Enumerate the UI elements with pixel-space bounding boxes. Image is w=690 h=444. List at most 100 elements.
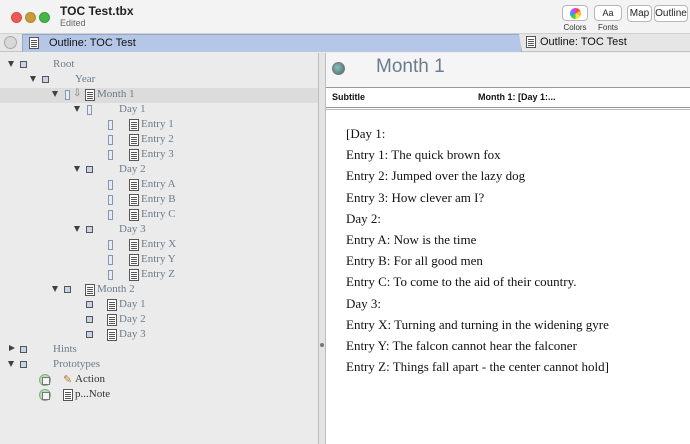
badge-bar-icon (108, 180, 113, 190)
tab-label: Outline: TOC Test (540, 36, 627, 48)
text-line: Entry B: For all good men (346, 253, 483, 269)
badge-bar-icon (108, 210, 113, 220)
zoom-window-button[interactable] (39, 12, 50, 23)
fonts-button[interactable]: Aa (594, 5, 622, 21)
text-line: Entry A: Now is the time (346, 231, 477, 247)
colors-button[interactable] (562, 5, 588, 21)
disclosure-triangle-icon[interactable] (74, 166, 80, 172)
badge-bar-icon (108, 270, 113, 280)
note-icon (107, 314, 117, 326)
outline-item-label: Action (75, 373, 105, 385)
disclosure-triangle-icon[interactable] (30, 76, 36, 82)
map-view-button[interactable]: Map (627, 5, 652, 22)
outline-row[interactable]: Day 3 (0, 223, 318, 238)
outline-row[interactable]: Hints (0, 343, 318, 358)
outline-row[interactable]: Prototypes (0, 358, 318, 373)
split-view-divider[interactable] (318, 53, 326, 444)
close-window-button[interactable] (11, 12, 22, 23)
outline-row[interactable]: Entry Y (0, 253, 318, 268)
note-icon (129, 254, 139, 266)
outline-item-label: Hints (53, 343, 77, 355)
text-line: Entry 2: Jumped over the lazy dog (346, 168, 526, 184)
outline-row[interactable]: Root (0, 58, 318, 73)
outline-row[interactable]: Day 1 (0, 103, 318, 118)
outline-row[interactable]: Entry 3 (0, 148, 318, 163)
outline-item-label: Entry B (141, 193, 176, 205)
down-arrow-icon: ⇩ (73, 88, 82, 99)
container-icon (86, 226, 93, 233)
container-icon (42, 76, 49, 83)
outline-item-label: Entry Y (141, 253, 176, 265)
outline-row[interactable]: Month 2 (0, 283, 318, 298)
colors-label: Colors (563, 23, 587, 32)
outline-item-label: Prototypes (53, 358, 101, 370)
container-icon (86, 331, 93, 338)
note-icon (129, 134, 139, 146)
outline-row-selected[interactable]: ⇩ Month 1 (0, 88, 318, 103)
outline-row[interactable]: Year (0, 73, 318, 88)
badge-bar-icon (65, 90, 70, 100)
disclosure-triangle-icon[interactable] (8, 61, 14, 67)
outline-row[interactable]: p...Note (0, 388, 318, 403)
disclosure-triangle-icon[interactable] (74, 226, 80, 232)
color-wheel-icon (570, 8, 581, 19)
text-line: Entry 1: The quick brown fox (346, 147, 501, 163)
key-attributes-table: Subtitle Month 1: [Day 1:... (326, 87, 690, 108)
outline-item-label: Entry 2 (141, 133, 174, 145)
outline-row[interactable]: ✎ Action (0, 373, 318, 388)
note-icon (129, 209, 139, 221)
badge-bar-icon (108, 195, 113, 205)
outline-item-label: Entry A (141, 178, 176, 190)
outline-view[interactable]: Root Year ⇩ Month 1 Day 1 Entry 1 Entry … (0, 53, 318, 444)
outline-item-label: Day 3 (119, 223, 146, 235)
badge-bar-icon (108, 255, 113, 265)
outline-item-label: Day 2 (119, 163, 146, 175)
outline-row[interactable]: Day 2 (0, 163, 318, 178)
attribute-separator (326, 108, 690, 110)
text-line: Day 3: (346, 295, 382, 311)
disclosure-triangle-icon[interactable] (74, 106, 80, 112)
outline-row[interactable]: Entry Z (0, 268, 318, 283)
outline-row[interactable]: Entry 2 (0, 133, 318, 148)
disclosure-triangle-icon[interactable] (8, 361, 14, 367)
note-icon (85, 284, 95, 296)
outline-row[interactable]: Entry B (0, 193, 318, 208)
note-icon (107, 299, 117, 311)
note-icon (129, 119, 139, 131)
badge-bar-icon (108, 120, 113, 130)
text-line: Entry C: To come to the aid of their cou… (346, 274, 577, 290)
note-icon (129, 149, 139, 161)
outline-item-label: Month 2 (97, 283, 135, 295)
container-icon (86, 301, 93, 308)
disclosure-triangle-icon[interactable] (52, 286, 58, 292)
outline-row[interactable]: Day 1 (0, 298, 318, 313)
outline-row[interactable]: Entry A (0, 178, 318, 193)
outline-item-label: Year (75, 73, 96, 85)
note-text-editor[interactable]: [Day 1: Entry 1: The quick brown fox Ent… (346, 123, 686, 377)
disclosure-triangle-icon[interactable] (52, 91, 58, 97)
outline-tab-icon (29, 37, 39, 49)
outline-row[interactable]: Day 3 (0, 328, 318, 343)
outline-item-label: Day 1 (119, 103, 146, 115)
outline-row[interactable]: Entry X (0, 238, 318, 253)
outline-item-label: Entry Z (141, 268, 175, 280)
badge-bar-icon (108, 240, 113, 250)
tab-overview-button[interactable] (4, 36, 17, 49)
outline-row[interactable]: Entry C (0, 208, 318, 223)
tab-outline-second[interactable]: Outline: TOC Test (522, 34, 690, 52)
disclosure-triangle-collapsed-icon[interactable] (9, 345, 15, 351)
note-badge-icon[interactable] (332, 62, 345, 75)
tab-outline-active[interactable]: Outline: TOC Test (22, 34, 522, 52)
attribute-value[interactable]: Month 1: [Day 1:... (478, 92, 556, 102)
text-line: [Day 1: (346, 126, 386, 141)
note-title[interactable]: Month 1 (376, 56, 445, 78)
outline-item-label: Entry X (141, 238, 177, 250)
tab-label: Outline: TOC Test (49, 37, 136, 49)
outline-item-label: p...Note (75, 388, 111, 400)
outline-row[interactable]: Entry 1 (0, 118, 318, 133)
note-icon (129, 179, 139, 191)
outline-view-button[interactable]: Outline (654, 5, 688, 22)
minimize-window-button[interactable] (25, 12, 36, 23)
outline-row[interactable]: Day 2 (0, 313, 318, 328)
fonts-label: Fonts (597, 23, 618, 32)
